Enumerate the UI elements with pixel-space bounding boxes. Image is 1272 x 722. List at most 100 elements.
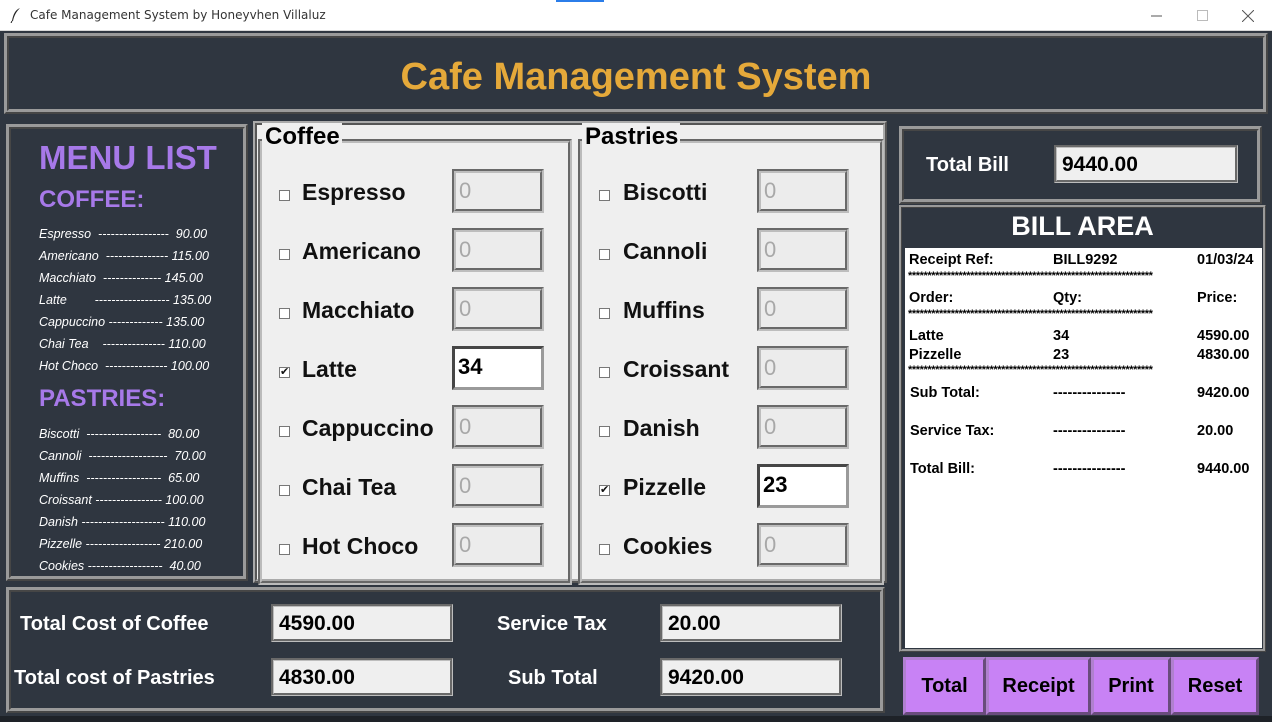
coffee-checkbox[interactable] — [279, 544, 290, 555]
pastries-qty-field[interactable]: 0 — [757, 346, 849, 390]
taskbar-strip — [0, 716, 1272, 722]
check-icon: ✔ — [280, 366, 290, 378]
feather-icon — [10, 8, 20, 23]
menu-pastry-item: Cannoli ------------------- 70.00 — [39, 449, 206, 463]
pastries-checkbox[interactable] — [599, 426, 610, 437]
pastries-item-label[interactable]: Cannoli — [623, 238, 707, 265]
close-icon — [1242, 9, 1254, 22]
window-titlebar: Cafe Management System by Honeyvhen Vill… — [0, 0, 1272, 31]
menu-coffee-item: Macchiato -------------- 145.00 — [39, 271, 203, 285]
menu-pastry-item: Danish -------------------- 110.00 — [39, 515, 206, 529]
pastries-item-label[interactable]: Cookies — [623, 533, 712, 560]
col-order: Order: — [909, 290, 954, 306]
coffee-group-title: Coffee — [262, 123, 342, 151]
receipt-ref-label: Receipt Ref: — [909, 252, 994, 268]
menu-coffee-item: Espresso ----------------- 90.00 — [39, 227, 208, 241]
coffee-checkbox[interactable] — [279, 426, 290, 437]
coffee-qty-field[interactable]: 0 — [452, 287, 544, 331]
close-button[interactable] — [1225, 0, 1271, 31]
coffee-item-label[interactable]: Espresso — [302, 179, 406, 206]
pastries-checkbox[interactable] — [599, 544, 610, 555]
coffee-item-label[interactable]: Latte — [302, 356, 357, 383]
maximize-button[interactable] — [1179, 0, 1225, 31]
col-qty: Qty: — [1053, 290, 1082, 306]
receipt-dashes: --------------- — [1053, 461, 1126, 477]
receipt-subtotal-label: Sub Total: — [910, 385, 980, 401]
coffee-total-label: Total Cost of Coffee — [20, 613, 209, 635]
menu-list-panel: MENU LIST COFFEE: Espresso -------------… — [6, 124, 248, 581]
pastries-qty-field[interactable]: 0 — [757, 228, 849, 272]
coffee-checkbox[interactable] — [279, 485, 290, 496]
pastries-item-label[interactable]: Croissant — [623, 356, 729, 383]
pastries-qty-field[interactable]: 23 — [757, 464, 849, 508]
receipt-line-qty: 23 — [1053, 347, 1070, 363]
check-icon: ✔ — [600, 484, 610, 496]
pastries-checkbox[interactable] — [599, 249, 610, 260]
subtotal-field[interactable]: 9420.00 — [660, 658, 842, 696]
receipt-line-item: Latte — [909, 328, 944, 344]
total-bill-panel: Total Bill 9440.00 — [899, 126, 1262, 204]
coffee-checkbox[interactable] — [279, 308, 290, 319]
receipt-date: 01/03/24 — [1197, 252, 1254, 268]
service-tax-field[interactable]: 20.00 — [660, 604, 842, 642]
receipt-separator: ****************************************… — [908, 308, 1153, 320]
coffee-item-label[interactable]: Cappuccino — [302, 415, 434, 442]
pastries-checkbox[interactable] — [599, 190, 610, 201]
receipt-separator: ****************************************… — [908, 364, 1153, 376]
coffee-checkbox[interactable]: ✔ — [279, 367, 290, 378]
pastries-checkbox[interactable] — [599, 367, 610, 378]
pastries-total-field[interactable]: 4830.00 — [271, 658, 453, 696]
pastries-checkbox[interactable]: ✔ — [599, 485, 610, 496]
receipt-line-price: 4590.00 — [1197, 328, 1250, 344]
coffee-qty-field[interactable]: 0 — [452, 405, 544, 449]
bill-area-panel: BILL AREA Receipt Ref: BILL9292 01/03/24… — [899, 205, 1266, 652]
coffee-item-label[interactable]: Chai Tea — [302, 474, 396, 501]
coffee-item-label[interactable]: Hot Choco — [302, 533, 418, 560]
menu-pastries-heading: PASTRIES: — [39, 385, 166, 412]
total-bill-label: Total Bill — [926, 154, 1009, 176]
pastries-item-label[interactable]: Muffins — [623, 297, 705, 324]
coffee-checkbox[interactable] — [279, 249, 290, 260]
receipt-subtotal-value: 9420.00 — [1197, 385, 1250, 401]
receipt-button[interactable]: Receipt — [986, 657, 1091, 715]
pastries-item-label[interactable]: Pizzelle — [623, 474, 706, 501]
menu-coffee-item: Chai Tea --------------- 110.00 — [39, 337, 206, 351]
coffee-qty-field[interactable]: 0 — [452, 523, 544, 567]
pastries-qty-field[interactable]: 0 — [757, 523, 849, 567]
coffee-total-field[interactable]: 4590.00 — [271, 604, 453, 642]
receipt-dashes: --------------- — [1053, 385, 1126, 401]
receipt-textbox[interactable]: Receipt Ref: BILL9292 01/03/24 *********… — [905, 248, 1262, 648]
header-panel: Cafe Management System — [4, 33, 1268, 114]
pastries-total-label: Total cost of Pastries — [14, 667, 215, 689]
receipt-dashes: --------------- — [1053, 423, 1126, 439]
coffee-item-label[interactable]: Macchiato — [302, 297, 414, 324]
coffee-item-label[interactable]: Americano — [302, 238, 421, 265]
pastries-qty-field[interactable]: 0 — [757, 405, 849, 449]
pastries-checkbox[interactable] — [599, 308, 610, 319]
pastries-item-label[interactable]: Danish — [623, 415, 700, 442]
receipt-total-label: Total Bill: — [910, 461, 975, 477]
coffee-qty-field[interactable]: 34 — [452, 346, 544, 390]
print-button[interactable]: Print — [1091, 657, 1171, 715]
total-button[interactable]: Total — [903, 657, 986, 715]
menu-list-title: MENU LIST — [39, 139, 217, 176]
receipt-line-price: 4830.00 — [1197, 347, 1250, 363]
pastries-qty-field[interactable]: 0 — [757, 169, 849, 213]
minimize-button[interactable] — [1133, 0, 1179, 31]
coffee-qty-field[interactable]: 0 — [452, 464, 544, 508]
pastries-item-label[interactable]: Biscotti — [623, 179, 707, 206]
coffee-checkbox[interactable] — [279, 190, 290, 201]
focus-accent — [556, 0, 604, 2]
minimize-icon — [1150, 15, 1162, 17]
receipt-tax-value: 20.00 — [1197, 423, 1234, 439]
subtotal-label: Sub Total — [508, 667, 598, 689]
receipt-ref-value: BILL9292 — [1053, 252, 1118, 268]
coffee-qty-field[interactable]: 0 — [452, 169, 544, 213]
reset-button[interactable]: Reset — [1171, 657, 1259, 715]
total-bill-field[interactable]: 9440.00 — [1054, 145, 1238, 183]
coffee-qty-field[interactable]: 0 — [452, 228, 544, 272]
receipt-line-item: Pizzelle — [909, 347, 962, 363]
receipt-total-value: 9440.00 — [1197, 461, 1250, 477]
pastries-group: Pastries Biscotti 0 Cannoli 0 Muffins 0 Croiss… — [578, 123, 884, 585]
pastries-qty-field[interactable]: 0 — [757, 287, 849, 331]
